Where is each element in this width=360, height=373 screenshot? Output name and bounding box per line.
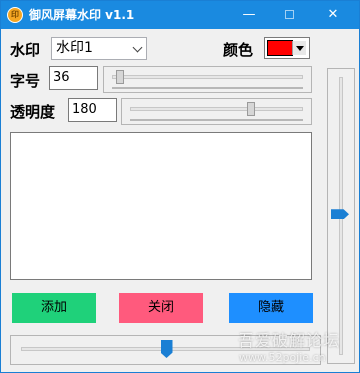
slider-thumb[interactable] [160, 340, 173, 358]
watermark-select-value: 水印1 [56, 40, 93, 56]
watermark-label: 水印 [10, 41, 41, 59]
close-window-button[interactable]: ✕ [313, 1, 353, 29]
slider-thumb[interactable] [246, 102, 255, 116]
add-button[interactable]: 添加 [12, 293, 96, 323]
color-picker[interactable] [264, 37, 310, 59]
slider-track [130, 107, 303, 111]
hide-button[interactable]: 隐藏 [229, 293, 313, 323]
opacity-input[interactable]: 180 [68, 98, 117, 122]
color-label: 颜色 [223, 41, 254, 59]
vertical-position-slider[interactable] [327, 68, 355, 364]
slider-ticks [130, 118, 303, 121]
font-size-input[interactable]: 36 [49, 66, 98, 90]
app-window: 印 御风屏幕水印 v1.1 — ✕ 水印 水印1 颜色 字号 36 透明度 18… [0, 0, 360, 373]
minimize-button[interactable]: — [229, 1, 269, 29]
color-swatch [267, 40, 293, 56]
window-title: 御风屏幕水印 v1.1 [29, 8, 135, 22]
slider-thumb[interactable] [331, 209, 349, 220]
watermark-select[interactable]: 水印1 [51, 37, 147, 60]
chevron-down-icon [132, 42, 143, 53]
slider-ticks [112, 86, 303, 89]
overlay-watermark-url: www.52pojie.cn [239, 351, 326, 364]
slider-track [112, 75, 303, 79]
maximize-icon [284, 10, 294, 19]
opacity-label: 透明度 [10, 103, 56, 121]
app-icon: 印 [7, 7, 23, 23]
font-size-slider[interactable] [103, 66, 312, 93]
dropdown-arrow-icon[interactable] [292, 41, 306, 55]
title-bar[interactable]: 印 御风屏幕水印 v1.1 — ✕ [1, 1, 359, 29]
maximize-button[interactable] [269, 1, 309, 29]
close-button[interactable]: 关闭 [119, 293, 203, 323]
watermark-text-area[interactable] [10, 132, 312, 280]
opacity-slider[interactable] [121, 98, 312, 125]
slider-thumb[interactable] [115, 70, 124, 84]
overlay-watermark-text: 吾爱破解论坛 [238, 331, 341, 350]
font-size-label: 字号 [10, 72, 41, 90]
